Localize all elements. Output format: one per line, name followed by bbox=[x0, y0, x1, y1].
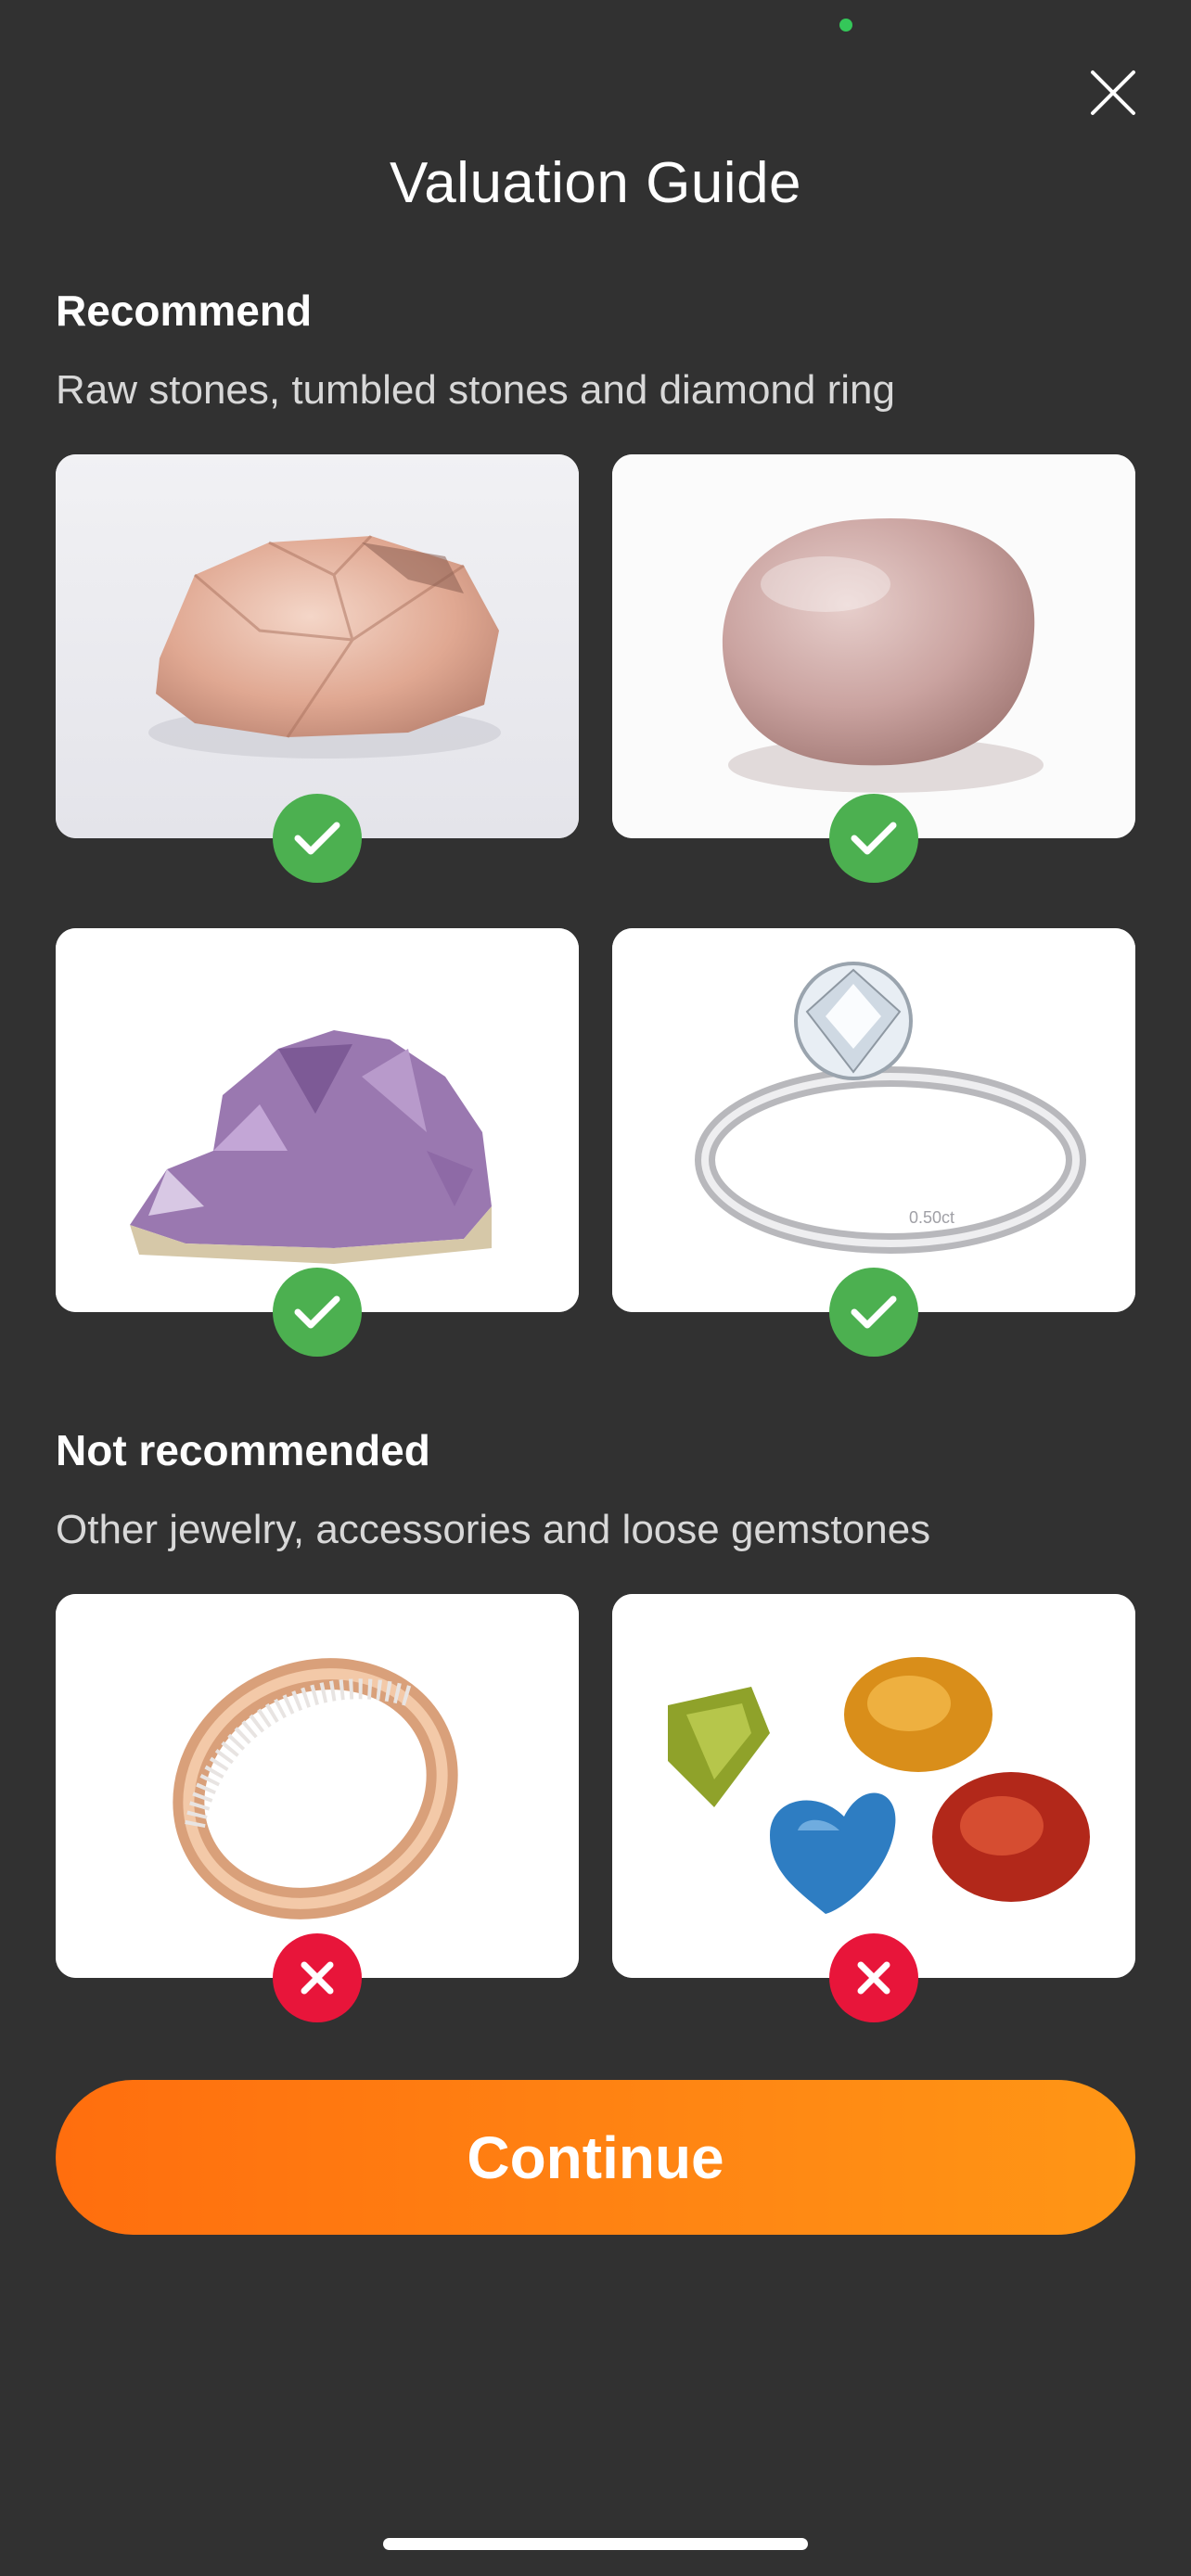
loose-gemstones-card bbox=[612, 1594, 1135, 2022]
ring-engraving: 0.50ct bbox=[909, 1208, 954, 1227]
amethyst-image bbox=[56, 928, 579, 1312]
check-icon bbox=[851, 1295, 897, 1329]
recommended-badge bbox=[829, 794, 918, 883]
recommend-heading: Recommend bbox=[56, 287, 313, 335]
tumbled-stone-card bbox=[612, 454, 1135, 883]
not-recommended-badge bbox=[273, 1933, 362, 2022]
x-icon bbox=[857, 1961, 890, 1995]
gold-band-ring-card bbox=[56, 1594, 579, 2022]
check-icon bbox=[294, 1295, 340, 1329]
close-icon bbox=[1091, 70, 1135, 115]
recommend-subtitle: Raw stones, tumbled stones and diamond r… bbox=[56, 367, 895, 413]
raw-stone-image bbox=[56, 454, 579, 838]
recommended-badge bbox=[273, 1268, 362, 1357]
continue-button[interactable]: Continue bbox=[56, 2080, 1135, 2235]
x-icon bbox=[301, 1961, 334, 1995]
tumbled-stone-image bbox=[612, 454, 1135, 838]
loose-gemstones-image bbox=[612, 1594, 1135, 1978]
not-recommended-badge bbox=[829, 1933, 918, 2022]
diamond-ring-image: 0.50ct bbox=[612, 928, 1135, 1312]
close-button[interactable] bbox=[1085, 65, 1141, 121]
recommended-badge bbox=[829, 1268, 918, 1357]
status-indicator-dot bbox=[839, 19, 852, 32]
check-icon bbox=[294, 822, 340, 855]
page-title: Valuation Guide bbox=[389, 151, 802, 215]
recommended-badge bbox=[273, 794, 362, 883]
check-icon bbox=[851, 822, 897, 855]
diamond-ring-card: 0.50ct bbox=[612, 928, 1135, 1357]
not-recommended-heading: Not recommended bbox=[56, 1426, 430, 1474]
raw-stone-card bbox=[56, 454, 579, 883]
amethyst-card bbox=[56, 928, 579, 1357]
not-recommended-subtitle: Other jewelry, accessories and loose gem… bbox=[56, 1507, 931, 1552]
home-indicator[interactable] bbox=[383, 2538, 808, 2550]
gold-band-ring-image bbox=[56, 1594, 579, 1978]
